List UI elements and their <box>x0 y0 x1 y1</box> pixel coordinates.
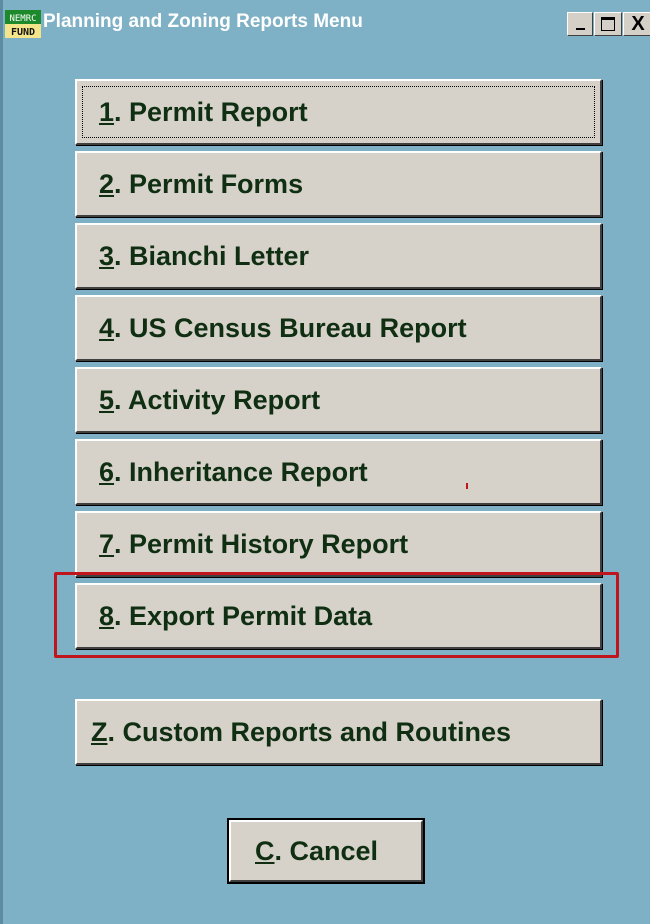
close-button[interactable]: X <box>623 12 650 36</box>
menu-button-permit-forms[interactable]: 2. Permit Forms <box>75 151 602 217</box>
accelerator-key: Z <box>91 716 108 747</box>
cancel-button[interactable]: C. Cancel <box>227 818 425 884</box>
stray-mark <box>466 483 468 489</box>
button-label: . US Census Bureau Report <box>114 312 467 343</box>
accelerator-key: 1 <box>99 96 115 127</box>
accelerator-key: 4 <box>99 312 115 343</box>
minimize-button[interactable] <box>567 12 593 36</box>
app-logo-bottom-text: FUND <box>11 27 35 38</box>
menu-button-activity-report[interactable]: 5. Activity Report <box>75 367 602 433</box>
button-label: . Permit History Report <box>114 528 409 559</box>
accelerator-key: 7 <box>99 528 115 559</box>
button-label: . Custom Reports and Routines <box>107 716 512 747</box>
button-label: . Permit Forms <box>114 168 304 199</box>
accelerator-key: 6 <box>99 456 115 487</box>
menu-button-inheritance-report[interactable]: 6. Inheritance Report <box>75 439 602 505</box>
button-label: . Permit Report <box>114 96 308 127</box>
button-label: . Inheritance Report <box>114 456 368 487</box>
menu-button-us-census-bureau-report[interactable]: 4. US Census Bureau Report <box>75 295 602 361</box>
button-label: . Activity Report <box>114 384 321 415</box>
menu-button-custom-reports[interactable]: Z. Custom Reports and Routines <box>75 699 602 765</box>
planning-zoning-reports-window: NEMRC FUND Planning and Zoning Reports M… <box>0 0 650 924</box>
window-title: Planning and Zoning Reports Menu <box>43 11 363 32</box>
accelerator-key: 5 <box>99 384 115 415</box>
close-icon: X <box>631 13 645 35</box>
accelerator-key: 3 <box>99 240 115 271</box>
maximize-button[interactable] <box>594 12 622 36</box>
app-logo-icon: NEMRC FUND <box>5 10 41 38</box>
menu-button-bianchi-letter[interactable]: 3. Bianchi Letter <box>75 223 602 289</box>
menu-button-permit-history-report[interactable]: 7. Permit History Report <box>75 511 602 577</box>
menu-button-permit-report[interactable]: 1. Permit Report <box>75 79 602 145</box>
title-bar[interactable]: NEMRC FUND Planning and Zoning Reports M… <box>3 0 650 44</box>
accelerator-key: 2 <box>99 168 115 199</box>
app-logo-top-text: NEMRC <box>9 14 36 24</box>
accelerator-key: C <box>255 835 275 866</box>
button-label: . Cancel <box>274 835 379 866</box>
button-label: . Bianchi Letter <box>114 240 310 271</box>
highlight-box <box>54 572 619 658</box>
